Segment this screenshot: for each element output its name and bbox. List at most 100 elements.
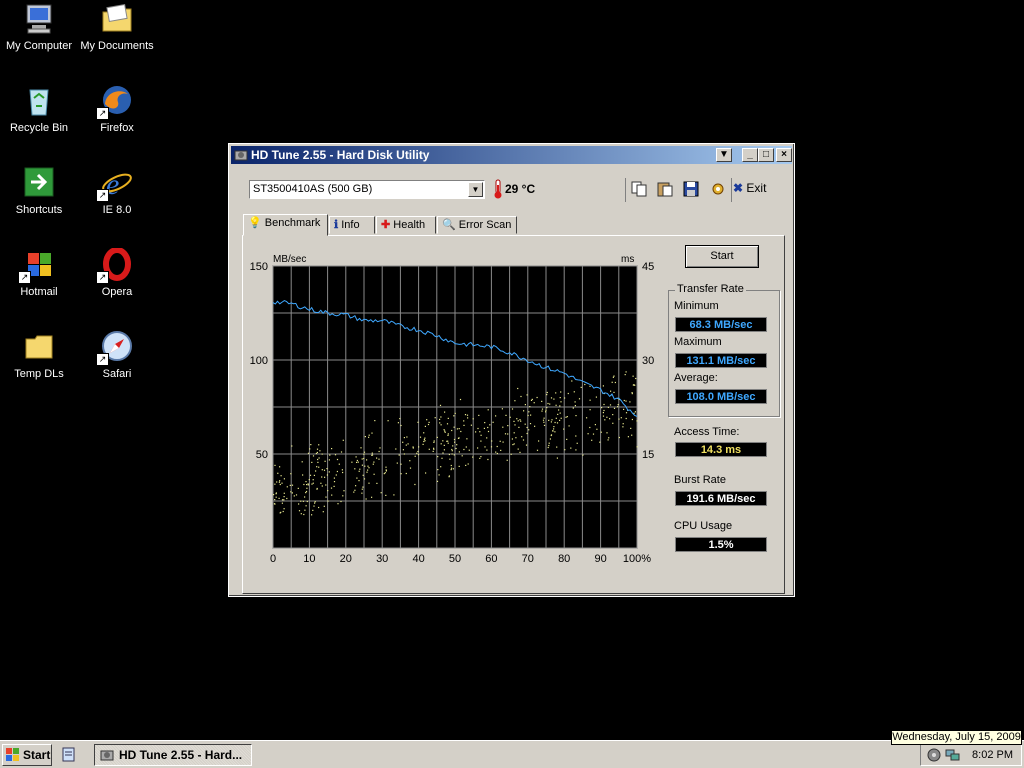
access-time-point <box>529 406 531 408</box>
access-time-point <box>371 452 373 454</box>
tab-error-scan[interactable]: 🔍 Error Scan <box>437 216 517 234</box>
desktop-icon-ie[interactable]: e ↗ IE 8.0 <box>78 166 156 216</box>
access-time-point <box>556 422 559 424</box>
show-desktop-icon[interactable] <box>62 747 76 766</box>
access-time-point <box>277 472 279 474</box>
access-time-point <box>279 483 281 486</box>
access-time-point <box>623 408 625 410</box>
paste-icon[interactable] <box>656 180 676 198</box>
access-time-point <box>524 404 526 406</box>
access-time-point <box>446 423 449 425</box>
access-time-point <box>625 412 628 414</box>
tab-info[interactable]: ℹ Info <box>329 216 375 234</box>
access-time-point <box>286 486 288 488</box>
access-time-point <box>624 374 626 376</box>
access-time-point <box>444 430 446 432</box>
taskbar: Start HD Tune 2.55 - Hard... 8:02 PM <box>0 740 1024 768</box>
options-gear-icon[interactable] <box>709 180 729 198</box>
title-bar[interactable]: HD Tune 2.55 - Hard Disk Utility ▼ _ □ × <box>231 146 792 164</box>
desktop-icon-shortcuts[interactable]: Shortcuts <box>0 166 78 216</box>
access-time-point <box>441 457 443 459</box>
tab-label: Benchmark <box>264 217 321 229</box>
desktop-icon-recycle-bin[interactable]: Recycle Bin <box>0 84 78 134</box>
dropdown-arrow-button[interactable]: ▼ <box>716 148 732 162</box>
access-time-point <box>380 492 382 494</box>
access-time-point <box>316 448 319 450</box>
access-time-point <box>465 464 467 466</box>
access-time-point <box>454 412 456 414</box>
access-time-point <box>400 463 402 465</box>
copy-icon[interactable] <box>630 180 650 198</box>
access-time-point <box>479 457 481 459</box>
access-time-point <box>440 424 442 426</box>
access-time-point <box>280 511 282 513</box>
access-time-point <box>461 455 463 457</box>
exit-button[interactable]: ✖ Exit <box>733 181 766 195</box>
access-time-point <box>444 431 446 433</box>
access-time-point <box>556 446 558 448</box>
access-time-point <box>357 461 359 463</box>
access-time-point <box>274 464 276 466</box>
access-time-point <box>356 477 358 479</box>
taskbar-button-hdtune[interactable]: HD Tune 2.55 - Hard... <box>94 744 252 766</box>
access-time-point <box>363 478 366 480</box>
access-time-point <box>502 441 504 443</box>
start-button[interactable]: Start <box>685 245 759 268</box>
access-time-point <box>514 424 516 426</box>
access-time-point <box>423 440 425 443</box>
access-time-point <box>466 438 468 440</box>
drive-select[interactable]: ST3500410AS (500 GB) ▼ <box>249 180 485 199</box>
access-time-point <box>433 440 435 442</box>
access-time-point <box>366 459 368 461</box>
access-time-point <box>612 422 614 424</box>
tray-app-icon[interactable] <box>927 748 941 765</box>
access-time-point <box>636 420 638 422</box>
save-icon[interactable] <box>682 180 702 198</box>
access-time-point <box>536 449 539 451</box>
tab-benchmark[interactable]: 💡 Benchmark <box>243 214 328 236</box>
access-time-point <box>576 442 578 444</box>
access-time-point <box>356 459 358 462</box>
access-time-point <box>501 408 503 410</box>
access-time-point <box>566 416 568 418</box>
access-time-point <box>484 422 486 424</box>
access-time-point <box>575 435 577 437</box>
access-time-point <box>545 409 547 411</box>
left-axis-unit: MB/sec <box>273 254 306 265</box>
access-time-point <box>355 485 357 487</box>
desktop-icon-firefox[interactable]: ↗ Firefox <box>78 84 156 134</box>
access-time-point <box>511 408 514 410</box>
desktop-icon-temp-dls[interactable]: Temp DLs <box>0 330 78 380</box>
desktop-icon-opera[interactable]: ↗ Opera <box>78 247 156 298</box>
close-button[interactable]: × <box>776 148 792 162</box>
desktop-icon-hotmail[interactable]: ↗ Hotmail <box>0 248 78 298</box>
health-cross-icon: ✚ <box>381 219 391 231</box>
desktop-icon-my-documents[interactable]: My Documents <box>78 2 156 52</box>
desktop-icon-my-computer[interactable]: My Computer <box>0 2 78 52</box>
access-time-point <box>607 439 609 441</box>
access-time-point <box>314 501 316 503</box>
access-time-point <box>418 446 420 448</box>
network-icon[interactable] <box>945 748 961 765</box>
maximize-button[interactable]: □ <box>758 148 774 162</box>
close-x-icon: ✖ <box>733 181 744 195</box>
access-time-point <box>295 494 298 496</box>
chevron-down-icon[interactable]: ▼ <box>468 182 483 197</box>
access-time-point <box>548 444 550 447</box>
access-time-point <box>373 473 375 475</box>
icon-label: Shortcuts <box>15 204 63 216</box>
minimize-button[interactable]: _ <box>742 148 758 162</box>
access-time-point <box>361 458 363 460</box>
access-time-point <box>464 414 467 416</box>
access-time-point <box>424 425 426 427</box>
tab-health[interactable]: ✚ Health <box>376 216 436 234</box>
desktop-icon-safari[interactable]: ↗ Safari <box>78 330 156 380</box>
clock[interactable]: 8:02 PM <box>972 749 1013 761</box>
access-time-point <box>368 482 370 484</box>
access-time-point <box>305 490 308 493</box>
access-time-point <box>507 425 509 427</box>
access-time-point <box>463 424 465 426</box>
start-menu-button[interactable]: Start <box>2 744 52 766</box>
access-time-point <box>279 480 281 482</box>
access-time-point <box>514 400 516 402</box>
